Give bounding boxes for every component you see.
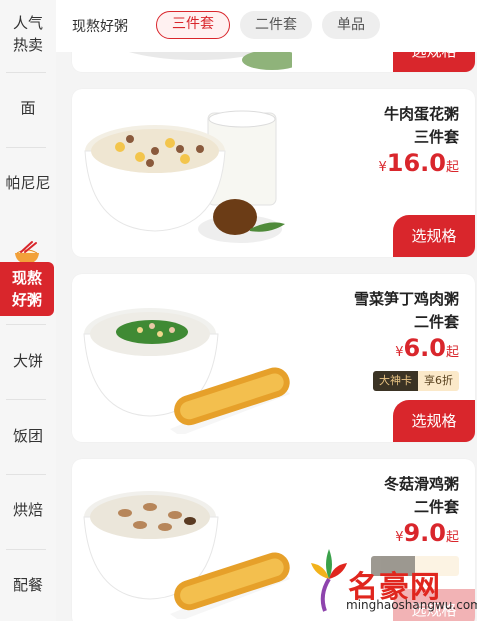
select-spec-button[interactable]: 选规格: [393, 215, 475, 257]
sidebar-item-label: 面: [20, 99, 36, 117]
pickled-veg-chicken-congee-image: [83, 308, 290, 434]
product-name: 雪菜笋丁鸡肉粥 二件套: [353, 290, 459, 331]
tab-two-piece[interactable]: 二件套: [240, 11, 312, 39]
sidebar-divider: [6, 549, 46, 550]
app-root: 人气热卖 面 帕尼尼 现熬好粥 大饼 饭团 烘焙 配餐 现熬好粥 三件套 二件套…: [0, 0, 477, 621]
sidebar-divider: [6, 399, 46, 400]
sidebar-item-congee[interactable]: 现熬好粥: [0, 262, 54, 316]
tab-three-piece[interactable]: 三件套: [156, 11, 230, 39]
category-sidebar: 人气热卖 面 帕尼尼 现熬好粥 大饼 饭团 烘焙 配餐: [0, 0, 56, 621]
tab-single[interactable]: 单品: [322, 11, 380, 39]
sidebar-item-label: 人气热卖: [12, 14, 43, 54]
sidebar-item-popular[interactable]: 人气热卖: [0, 8, 56, 60]
sidebar-item-label: 配餐: [12, 576, 43, 594]
discount-badge: 享6折: [418, 371, 459, 391]
sidebar-divider: [6, 147, 46, 148]
sidebar-item-label: 大饼: [12, 352, 43, 370]
sidebar-item-rice-ball[interactable]: 饭团: [0, 418, 56, 454]
beef-egg-congee-image: [84, 110, 285, 243]
product-card[interactable]: 雪菜笋丁鸡肉粥 二件套 ¥6.0起 大神卡 享6折 选规格: [72, 274, 475, 442]
product-price: ¥16.0起: [378, 149, 459, 177]
select-spec-button[interactable]: 选规格: [393, 400, 475, 442]
sidebar-item-label: 烘焙: [12, 501, 43, 519]
sidebar-item-label: 帕尼尼: [5, 174, 51, 192]
sidebar-divider: [6, 72, 46, 73]
sidebar-item-noodles[interactable]: 面: [0, 90, 56, 126]
product-card[interactable]: 牛肉蛋花粥 三件套 ¥16.0起 选规格: [72, 89, 475, 257]
product-price: ¥6.0起: [395, 334, 459, 362]
sidebar-item-bakery[interactable]: 烘焙: [0, 492, 56, 528]
product-name: 冬菇滑鸡粥 二件套: [383, 475, 459, 516]
sidebar-item-sides[interactable]: 配餐: [0, 567, 56, 603]
watermark-domain: minghaoshangwu.com: [346, 598, 477, 612]
mushroom-chicken-congee-image: [83, 491, 290, 619]
sidebar-divider: [6, 324, 46, 325]
sidebar-item-label: 现熬好粥: [11, 269, 42, 309]
product-name: 牛肉蛋花粥 三件套: [383, 105, 459, 146]
product-price: ¥9.0起: [395, 519, 459, 547]
sidebar-divider: [6, 474, 46, 475]
sidebar-item-panini[interactable]: 帕尼尼: [0, 165, 56, 201]
member-card-badge: 大神卡: [373, 371, 418, 391]
sidebar-item-label: 饭团: [12, 427, 43, 445]
member-discount-badge: 大神卡 享6折: [373, 371, 459, 391]
tab-bar: 现熬好粥 三件套 二件套 单品: [56, 0, 477, 52]
category-title: 现熬好粥: [72, 19, 128, 35]
sidebar-item-pancake[interactable]: 大饼: [0, 343, 56, 379]
